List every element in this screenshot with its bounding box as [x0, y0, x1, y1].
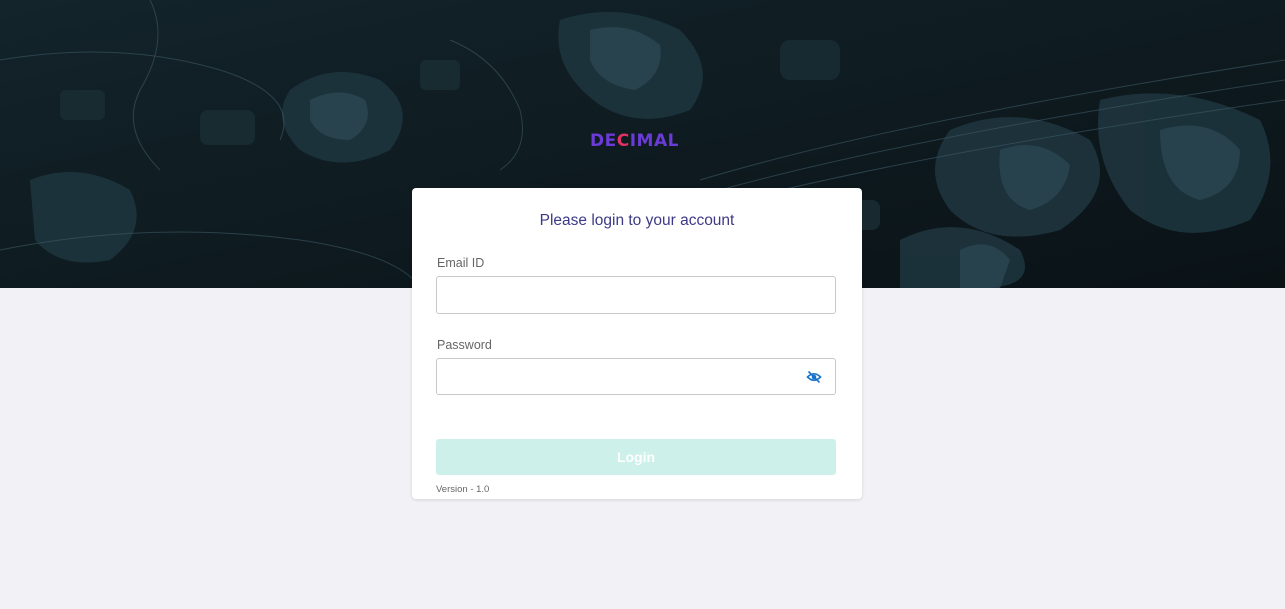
- email-field[interactable]: [436, 276, 836, 314]
- logo-text-highlight: C: [616, 131, 630, 151]
- login-button[interactable]: Login: [436, 439, 836, 475]
- email-label: Email ID: [437, 256, 485, 270]
- version-text: Version - 1.0: [436, 484, 490, 495]
- logo-text-suffix: IMAL: [629, 131, 679, 151]
- logo-text-prefix: DE: [590, 131, 617, 151]
- login-card: Please login to your account Email ID Pa…: [412, 188, 862, 499]
- password-label: Password: [437, 338, 492, 352]
- eye-slash-icon[interactable]: [806, 369, 822, 385]
- brand-logo: DECIMAL: [590, 130, 686, 152]
- login-title: Please login to your account: [539, 212, 735, 229]
- password-field-wrapper: [436, 358, 836, 395]
- password-field[interactable]: [436, 358, 836, 395]
